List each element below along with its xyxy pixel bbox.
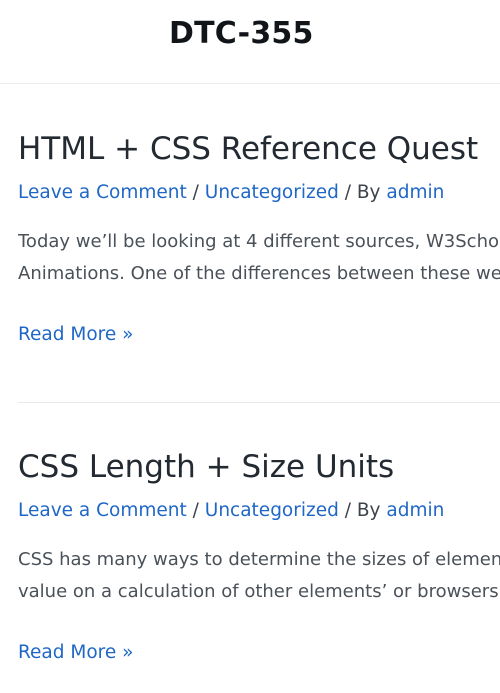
read-more-link[interactable]: Read More » [18, 322, 500, 348]
meta-separator: / [186, 500, 205, 521]
site-header: DTC-355 [0, 0, 500, 84]
post-title[interactable]: HTML + CSS Reference Quest [18, 127, 500, 171]
meta-by-label: / By [338, 500, 387, 521]
read-more-link[interactable]: Read More » [18, 640, 500, 666]
leave-comment-link[interactable]: Leave a Comment [18, 182, 187, 203]
category-link[interactable]: Uncategorized [205, 500, 339, 521]
post-meta: Leave a Comment / Uncategorized / By adm… [18, 498, 500, 524]
author-link[interactable]: admin [386, 500, 444, 521]
post-excerpt: CSS has many ways to determine the sizes… [18, 544, 500, 608]
leave-comment-link[interactable]: Leave a Comment [18, 500, 187, 521]
author-link[interactable]: admin [386, 182, 444, 203]
post-excerpt: Today we’ll be looking at 4 different so… [18, 226, 500, 290]
meta-by-label: / By [338, 182, 387, 203]
site-title[interactable]: DTC-355 [169, 16, 314, 51]
page: DTC-355 HTML + CSS Reference Quest Leave… [0, 0, 500, 693]
post-meta: Leave a Comment / Uncategorized / By adm… [18, 180, 500, 206]
post-title[interactable]: CSS Length + Size Units [18, 445, 500, 489]
excerpt-line: Animations. One of the differences betwe… [18, 263, 500, 284]
excerpt-line: value on a calculation of other elements… [18, 581, 500, 602]
post-article: CSS Length + Size Units Leave a Comment … [18, 445, 500, 666]
meta-separator: / [186, 182, 205, 203]
excerpt-line: Today we’ll be looking at 4 different so… [18, 231, 500, 252]
post-divider [18, 402, 500, 403]
post-article: HTML + CSS Reference Quest Leave a Comme… [18, 127, 500, 348]
category-link[interactable]: Uncategorized [205, 182, 339, 203]
excerpt-line: CSS has many ways to determine the sizes… [18, 549, 500, 570]
